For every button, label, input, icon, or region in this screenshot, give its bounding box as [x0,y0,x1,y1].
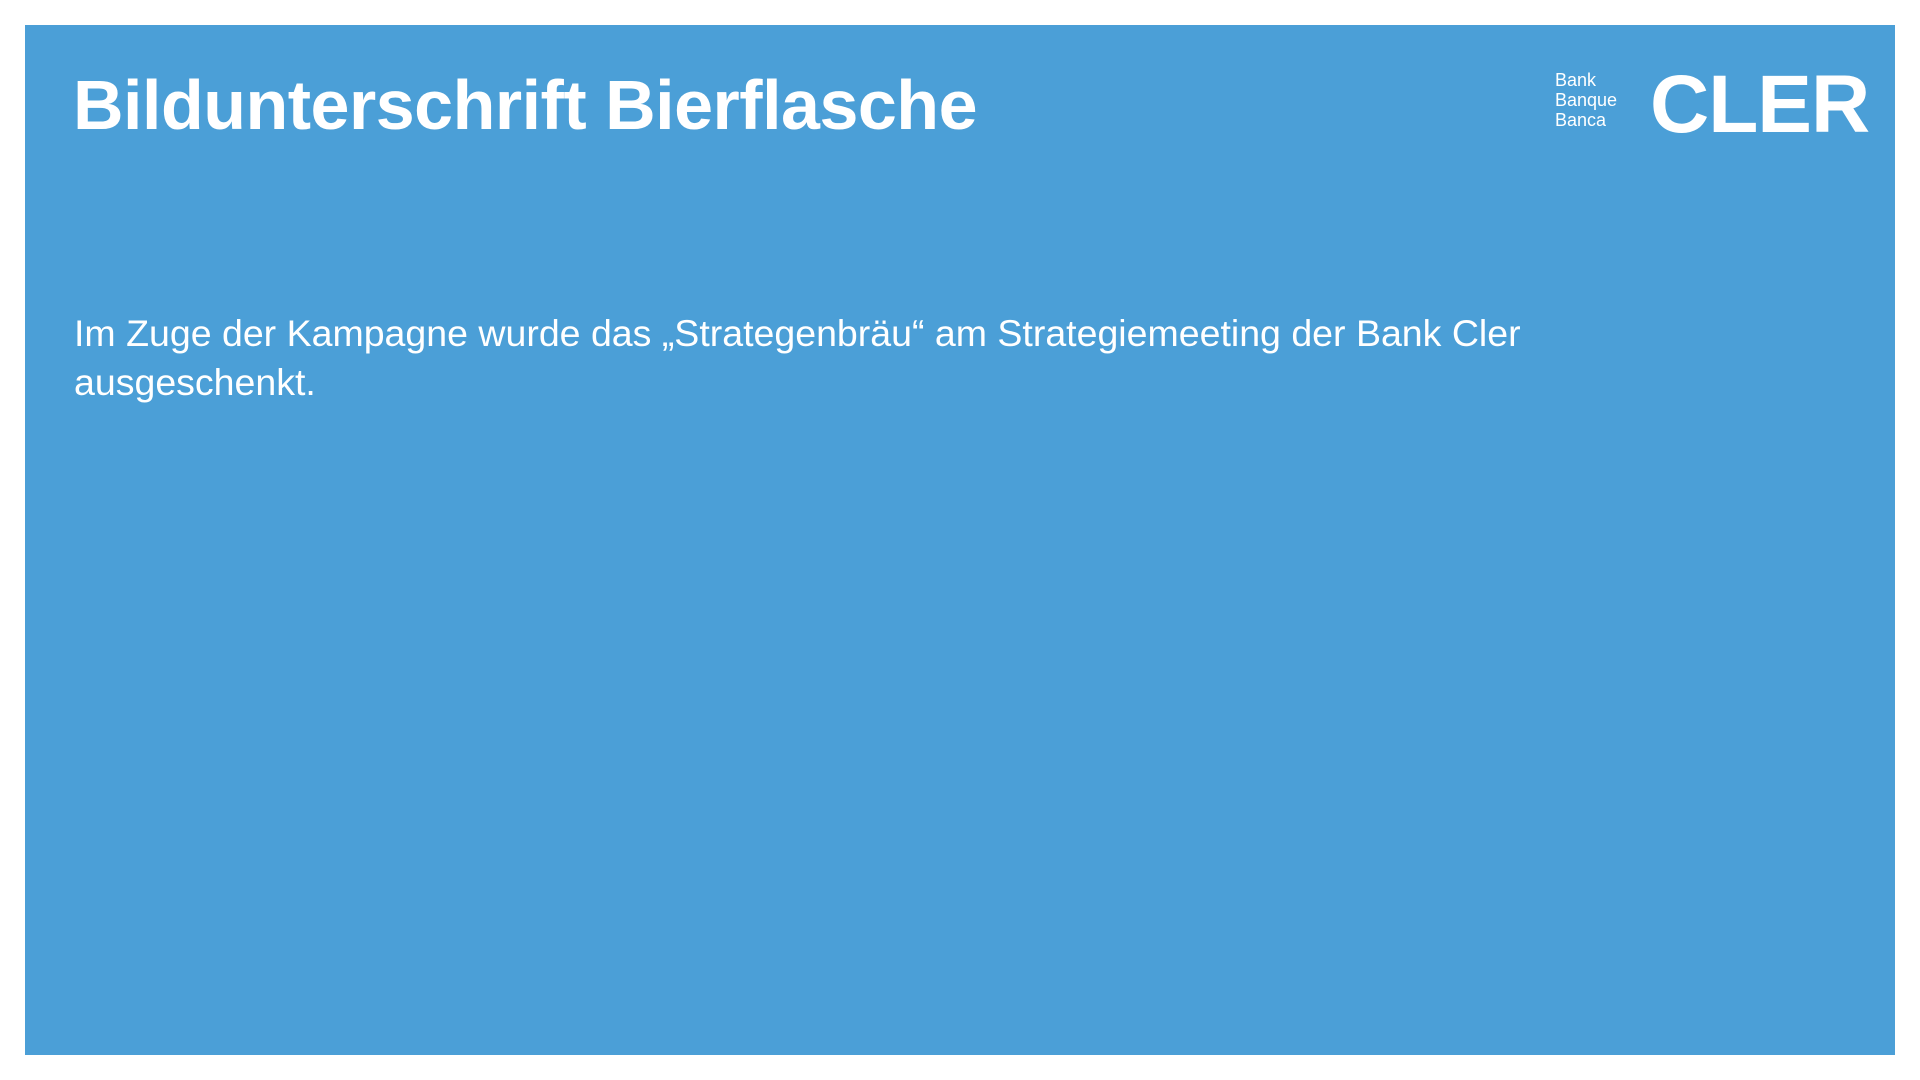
caption-text: Im Zuge der Kampagne wurde das „Stratege… [74,312,1521,403]
logo-line-banca: Banca [1555,110,1607,130]
bank-cler-logo: Bank Banque Banca CLER [1555,64,1870,160]
logo-wordmark: CLER [1650,59,1870,150]
logo-line-bank: Bank [1555,70,1597,90]
slide: Bildunterschrift Bierflasche Bank Banque… [25,25,1895,1055]
slide-title: Bildunterschrift Bierflasche [73,66,978,144]
logo-language-lines: Bank Banque Banca [1555,70,1617,130]
logo-line-banque: Banque [1555,90,1618,110]
